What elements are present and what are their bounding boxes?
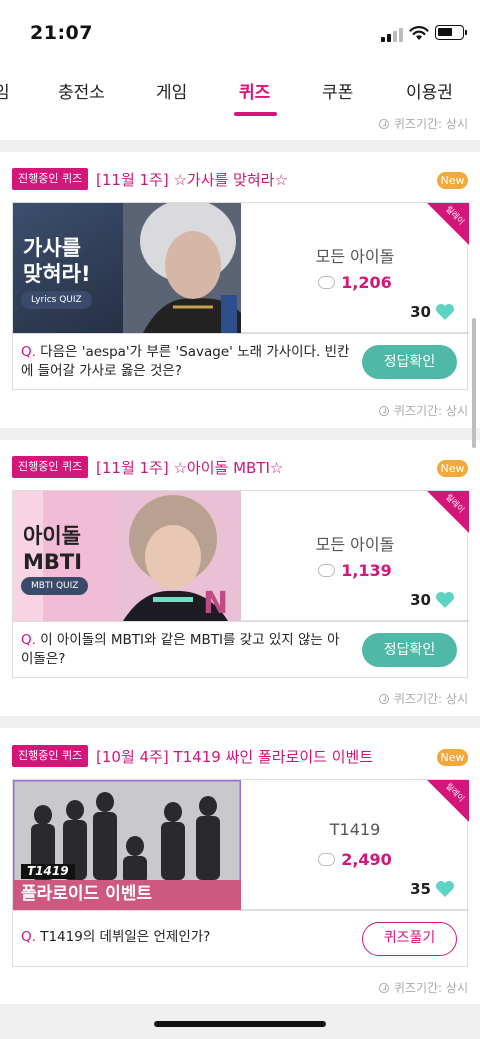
status-badge: 진행중인 퀴즈 [12, 456, 89, 478]
question-row: Q. 이 아이돌의 MBTI와 같은 MBTI를 갖고 있지 않는 아이돌은? … [13, 621, 469, 677]
quiz-info: 릴레이 T1419 2,490 35 [241, 780, 469, 910]
status-badge: 진행중인 퀴즈 [12, 168, 89, 190]
like-count[interactable]: 35 [410, 880, 455, 898]
thumbnail-label: Lyrics QUIZ [21, 291, 92, 309]
quiz-target-group: T1419 [329, 820, 381, 839]
relay-ribbon: 릴레이 [427, 491, 469, 533]
solve-quiz-button[interactable]: 퀴즈풀기 [362, 922, 457, 956]
tab-partial[interactable]: 임 [0, 78, 10, 103]
heart-icon [436, 592, 454, 608]
check-answer-button[interactable]: 정답확인 [362, 345, 457, 379]
quiz-thumbnail[interactable]: T1419 폴라로이드 이벤트 [13, 780, 241, 910]
new-badge: New [437, 172, 468, 189]
thumbnail-title-line2: MBTI [23, 550, 83, 574]
battery-icon [435, 25, 467, 40]
home-indicator[interactable] [154, 1021, 326, 1027]
like-count[interactable]: 30 [410, 303, 455, 321]
wifi-icon [409, 26, 429, 40]
thumbnail-title-line1: 가사를 [23, 236, 81, 260]
comment-icon [318, 564, 336, 577]
quiz-title[interactable]: [10월 4주] T1419 싸인 폴라로이드 이벤트 [96, 746, 373, 767]
status-bar: 21:07 [0, 0, 480, 68]
clock-icon [378, 118, 389, 129]
check-answer-button[interactable]: 정답확인 [362, 633, 457, 667]
cellular-signal-icon [381, 28, 403, 42]
quiz-period: 퀴즈기간: 상시 [378, 979, 468, 996]
question-row: Q. 다음은 'aespa'가 부른 'Savage' 노래 가사이다. 빈칸에… [13, 333, 469, 389]
tab-charging-station[interactable]: 충전소 [58, 78, 105, 103]
quiz-card[interactable]: 진행중인 퀴즈 [11월 1주] ☆가사를 맞혀라☆ New 가사를 맞혀라! … [0, 152, 480, 428]
quiz-thumbnail[interactable]: N 아이돌 MBTI MBTI QUIZ [13, 491, 241, 621]
question-row: Q. T1419의 데뷔일은 언제인가? 퀴즈풀기 [13, 910, 469, 966]
thumbnail-title-line2: 폴라로이드 이벤트 [21, 884, 153, 904]
question-text: Q. T1419의 데뷔일은 언제인가? [21, 929, 211, 945]
status-time: 21:07 [30, 22, 93, 44]
status-badge: 진행중인 퀴즈 [12, 745, 89, 767]
quiz-target-group: 모든 아이돌 [315, 247, 395, 266]
quiz-title[interactable]: [11월 1주] ☆아이돌 MBTI☆ [96, 457, 283, 478]
participant-count: 2,490 [241, 850, 469, 869]
quiz-card-partial: 퀴즈기간: 상시 [0, 115, 480, 140]
heart-icon [436, 881, 454, 897]
new-badge: New [437, 460, 468, 477]
question-text: Q. 이 아이돌의 MBTI와 같은 MBTI를 갖고 있지 않는 아이돌은? [21, 632, 340, 667]
quiz-box: T1419 폴라로이드 이벤트 릴레이 T1419 2,490 35 Q. T1… [12, 779, 469, 967]
quiz-card[interactable]: 진행중인 퀴즈 [10월 4주] T1419 싸인 폴라로이드 이벤트 New [0, 728, 480, 1004]
svg-text:N: N [203, 586, 228, 621]
category-tab-bar: 임 충전소 게임 퀴즈 쿠폰 이용권 [0, 68, 480, 118]
like-count[interactable]: 30 [410, 591, 455, 609]
thumbnail-label: MBTI QUIZ [21, 577, 89, 595]
quiz-target-group: 모든 아이돌 [315, 535, 395, 554]
thumbnail-title-line1: 아이돌 [23, 524, 81, 548]
quiz-info: 릴레이 모든 아이돌 1,206 30 [241, 203, 469, 333]
active-tab-indicator [234, 112, 277, 116]
participant-count: 1,139 [241, 561, 469, 580]
scrollbar[interactable] [472, 318, 476, 448]
relay-ribbon: 릴레이 [427, 780, 469, 822]
comment-icon [318, 853, 336, 866]
question-text: Q. 다음은 'aespa'가 부른 'Savage' 노래 가사이다. 빈칸에… [21, 344, 350, 379]
quiz-thumbnail[interactable]: 가사를 맞혀라! Lyrics QUIZ [13, 203, 241, 333]
comment-icon [318, 276, 336, 289]
quiz-card[interactable]: 진행중인 퀴즈 [11월 1주] ☆아이돌 MBTI☆ New N 아이돌 MB… [0, 440, 480, 716]
quiz-info: 릴레이 모든 아이돌 1,139 30 [241, 491, 469, 621]
quiz-period: 퀴즈기간: 상시 [378, 115, 468, 132]
thumbnail-title-line1: T1419 [21, 864, 75, 879]
quiz-period: 퀴즈기간: 상시 [378, 402, 468, 419]
clock-icon [378, 982, 389, 993]
clock-icon [378, 693, 389, 704]
participant-count: 1,206 [241, 273, 469, 292]
quiz-box: N 아이돌 MBTI MBTI QUIZ 릴레이 모든 아이돌 1,139 30 [12, 490, 469, 678]
tab-voucher[interactable]: 이용권 [406, 78, 453, 103]
quiz-box: 가사를 맞혀라! Lyrics QUIZ 릴레이 모든 아이돌 1,206 30 [12, 202, 469, 390]
new-badge: New [437, 749, 468, 766]
thumbnail-title-line2: 맞혀라! [23, 262, 91, 286]
quiz-period: 퀴즈기간: 상시 [378, 690, 468, 707]
heart-icon [436, 304, 454, 320]
relay-ribbon: 릴레이 [427, 203, 469, 245]
tab-game[interactable]: 게임 [156, 78, 187, 103]
clock-icon [378, 405, 389, 416]
quiz-title[interactable]: [11월 1주] ☆가사를 맞혀라☆ [96, 169, 288, 190]
tab-quiz[interactable]: 퀴즈 [239, 78, 270, 103]
tab-coupon[interactable]: 쿠폰 [322, 78, 353, 103]
screen: 21:07 임 충전소 게임 퀴즈 쿠폰 이용권 퀴즈기간: 상시 진행중인 퀴… [0, 0, 480, 1039]
